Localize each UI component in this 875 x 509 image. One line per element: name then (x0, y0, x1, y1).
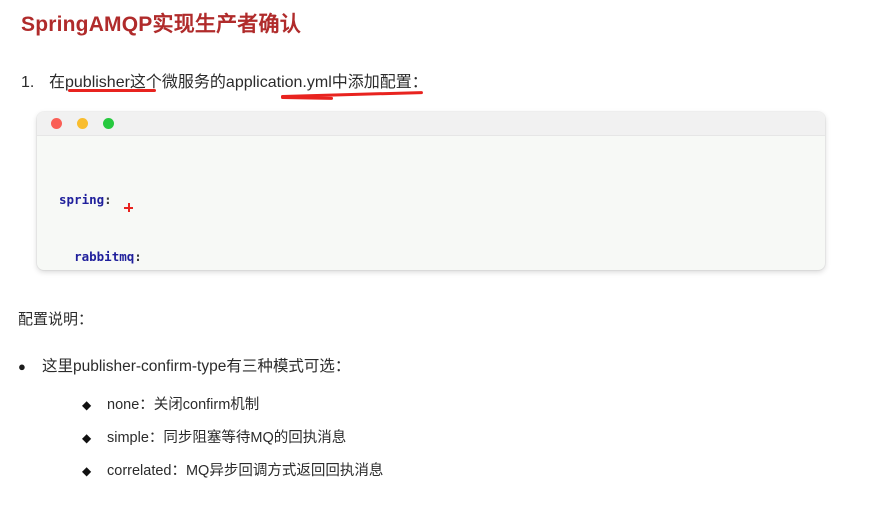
list-item-label: none：关闭confirm机制 (107, 397, 260, 413)
close-dot-icon[interactable] (51, 118, 62, 129)
filled-diamond-bullet-icon: ◆ (82, 464, 92, 478)
minimize-dot-icon[interactable] (77, 118, 88, 129)
yaml-key: spring (59, 192, 105, 207)
code-line: rabbitmq: (59, 247, 825, 266)
list-item: ◆ none：关闭confirm机制 (82, 393, 259, 414)
notes-label: 配置说明： (18, 311, 94, 328)
maximize-dot-icon[interactable] (103, 118, 114, 129)
step-number: 1. (21, 74, 35, 91)
yaml-colon: : (134, 249, 142, 264)
yaml-colon: : (104, 192, 112, 207)
list-item: ◆ simple：同步阻塞等待MQ的回执消息 (82, 426, 346, 447)
red-underline-publisher (68, 89, 156, 92)
list-item: ● 这里publisher-confirm-type有三种模式可选： (18, 354, 350, 376)
list-item-label: simple：同步阻塞等待MQ的回执消息 (107, 430, 347, 446)
page-title: SpringAMQP实现生产者确认 (21, 13, 301, 36)
code-window-titlebar (37, 112, 825, 136)
yaml-key: rabbitmq (74, 249, 135, 264)
code-block[interactable]: spring: rabbitmq: publisher-confirm-type… (37, 136, 825, 270)
filled-diamond-bullet-icon: ◆ (82, 398, 92, 412)
list-item-label: 这里publisher-confirm-type有三种模式可选： (42, 358, 351, 375)
code-window: spring: rabbitmq: publisher-confirm-type… (37, 112, 825, 270)
red-underline-application-yml (280, 91, 423, 98)
list-item-label: correlated：MQ异步回调方式返回回执消息 (107, 463, 384, 479)
filled-circle-bullet-icon: ● (18, 359, 26, 374)
filled-diamond-bullet-icon: ◆ (82, 431, 92, 445)
list-item: ◆ correlated：MQ异步回调方式返回回执消息 (82, 459, 383, 480)
code-line: spring: (59, 190, 825, 209)
